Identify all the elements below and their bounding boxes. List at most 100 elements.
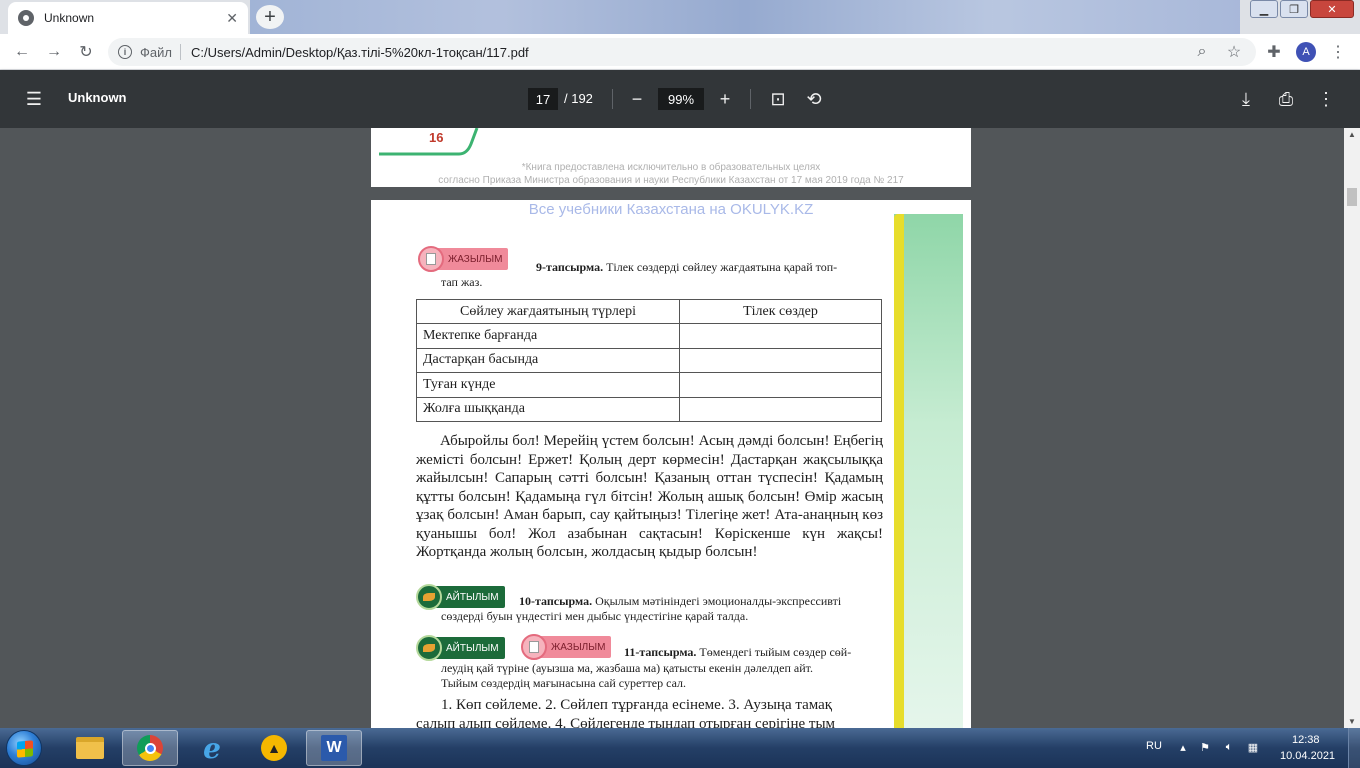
- window-titlebar-background: [250, 0, 1240, 34]
- task-label: 10-тапсырма.: [519, 594, 593, 608]
- wishes-table: Сөйлеу жағдаятының түрлері Тілек сөздер …: [416, 298, 882, 422]
- speaking-badge: АЙТЫЛЫМ: [416, 584, 505, 610]
- taskbar-chrome[interactable]: [122, 730, 178, 766]
- profile-avatar[interactable]: A: [1296, 42, 1316, 62]
- address-separator: [179, 44, 181, 60]
- zoom-out-icon[interactable]: −: [627, 89, 647, 109]
- table-header-row: Сөйлеу жағдаятының түрлері Тілек сөздер: [416, 298, 882, 325]
- start-button[interactable]: [6, 730, 42, 766]
- table-cell: Туған күнде: [416, 372, 680, 398]
- browser-toolbar: ← → ↻ i Файл C:/Users/Admin/Desktop/Қаз.…: [0, 34, 1360, 70]
- info-icon[interactable]: i: [118, 45, 132, 59]
- fit-page-icon[interactable]: ⊡: [768, 89, 788, 109]
- task-label: 11-тапсырма.: [624, 645, 697, 659]
- badge-label: ЖАЗЫЛЫМ: [448, 253, 503, 265]
- table-row: Мектепке барғанда: [416, 323, 882, 349]
- table-cell: [679, 396, 882, 422]
- watermark-text: Все учебники Казахстана на OKULYK.KZ: [528, 201, 814, 218]
- reload-icon[interactable]: ↻: [76, 42, 96, 62]
- page-corner-decoration: [379, 128, 479, 156]
- pdf-more-options-icon[interactable]: ⋮: [1316, 89, 1336, 109]
- download-icon[interactable]: ⤓: [1236, 89, 1256, 109]
- toolbar-separator: [750, 89, 751, 109]
- task11-heading: 11-тапсырма. Төмендегі тыйым сөздер сөй-: [624, 644, 851, 660]
- show-desktop-button[interactable]: [1348, 728, 1360, 768]
- table-header: Тілек сөздер: [679, 298, 882, 325]
- page-number-input[interactable]: 17: [528, 88, 558, 110]
- reading-paragraph: Абыройлы бол! Мерейің үстем болсын! Асың…: [416, 432, 883, 562]
- bookmark-star-icon[interactable]: ☆: [1224, 42, 1244, 62]
- page-number-label: 16: [429, 130, 444, 145]
- task10-text-cont: сөздерді буын үндестігі мен дыбыс үндест…: [441, 609, 749, 623]
- back-arrow-icon[interactable]: ←: [12, 42, 32, 62]
- window-close-icon[interactable]: ✕: [1310, 0, 1354, 18]
- badge-label: АЙТЫЛЫМ: [446, 642, 499, 654]
- paragraph-text: Абыройлы бол! Мерейің үстем болсын! Асың…: [416, 433, 883, 560]
- taskbar-ie[interactable]: e: [184, 730, 240, 766]
- table-row: Туған күнде: [416, 372, 882, 398]
- tab-close-icon[interactable]: ✕: [226, 10, 238, 27]
- browser-menu-icon[interactable]: ⋮: [1328, 42, 1348, 62]
- task-text: Тілек сөздерді сөйлеу жағдаятына қарай т…: [606, 260, 838, 274]
- table-cell: [679, 323, 882, 349]
- minimize-icon[interactable]: ▁: [1250, 0, 1278, 18]
- tab-title: Unknown: [44, 11, 95, 25]
- zoom-level-input[interactable]: 99%: [658, 88, 704, 110]
- volume-muted-icon[interactable]: 🔈︎: [1222, 740, 1236, 754]
- pdf-viewer[interactable]: 16 *Книга предоставлена исключительно в …: [0, 128, 1344, 728]
- page-footer-line2: согласно Приказа Министра образования и …: [438, 175, 904, 186]
- taskbar-explorer[interactable]: [62, 730, 118, 766]
- extensions-puzzle-icon[interactable]: ✚: [1264, 42, 1284, 62]
- tab-strip: Unknown ✕ + ▁ ❐ ✕: [0, 0, 1360, 34]
- network-icon[interactable]: ▦: [1246, 740, 1260, 754]
- taskbar-word[interactable]: W: [306, 730, 362, 766]
- page-side-band: [894, 214, 963, 728]
- clock-time[interactable]: 12:38: [1292, 734, 1320, 746]
- globe-icon: [18, 10, 34, 26]
- speaking-badge: АЙТЫЛЫМ: [416, 635, 505, 661]
- table-cell: [679, 372, 882, 398]
- print-icon[interactable]: ⎙: [1276, 89, 1296, 109]
- chrome-icon: [137, 735, 163, 761]
- badge-label: АЙТЫЛЫМ: [446, 591, 499, 603]
- windows-logo-icon: [17, 740, 33, 758]
- task-label: 9-тапсырма.: [536, 260, 604, 274]
- maximize-icon[interactable]: ❐: [1280, 0, 1308, 18]
- writing-badge: ЖАЗЫЛЫМ: [418, 246, 509, 272]
- browser-tab[interactable]: Unknown ✕: [8, 2, 248, 34]
- page-side-stripe: [894, 214, 904, 728]
- toolbar-separator: [612, 89, 613, 109]
- taskbar: e ▲ W RU ▴ ⚑ 🔈︎ ▦ 12:38 10.04.2021: [0, 728, 1360, 768]
- task10-heading: 10-тапсырма. Оқылым мәтініндегі эмоциона…: [519, 593, 841, 609]
- taskbar-app[interactable]: ▲: [246, 730, 302, 766]
- internet-explorer-icon: e: [203, 731, 221, 765]
- new-tab-button[interactable]: +: [256, 5, 284, 29]
- flag-warning-icon[interactable]: ⚑: [1198, 740, 1212, 754]
- task9-text-cont: тап жаз.: [441, 275, 483, 289]
- tray-expand-icon[interactable]: ▴: [1176, 740, 1190, 754]
- address-bar[interactable]: i Файл C:/Users/Admin/Desktop/Қаз.тілі-5…: [108, 38, 1256, 66]
- badge-label: ЖАЗЫЛЫМ: [551, 641, 606, 653]
- task-text: Төмендегі тыйым сөздер сөй-: [699, 645, 852, 659]
- hamburger-menu-icon[interactable]: ☰: [24, 89, 44, 109]
- table-header: Сөйлеу жағдаятының түрлері: [416, 298, 680, 325]
- pdf-toolbar: ☰ Unknown 17 / 192 − 99% + ⊡ ⟲ ⤓ ⎙ ⋮: [0, 70, 1360, 128]
- table-row: Дастарқан басында: [416, 347, 882, 374]
- scroll-up-icon[interactable]: ▲: [1348, 130, 1356, 139]
- rotate-icon[interactable]: ⟲: [804, 89, 824, 109]
- previous-page: 16 *Книга предоставлена исключительно в …: [371, 128, 971, 187]
- table-cell: Мектепке барғанда: [416, 323, 680, 349]
- scroll-down-icon[interactable]: ▼: [1348, 717, 1356, 726]
- clock-date[interactable]: 10.04.2021: [1280, 750, 1335, 762]
- language-indicator[interactable]: RU: [1146, 740, 1162, 752]
- triangle-app-icon: ▲: [261, 735, 287, 761]
- zoom-in-icon[interactable]: +: [715, 89, 735, 109]
- window-controls: ▁ ❐ ✕: [1250, 0, 1354, 18]
- viewer-scrollbar[interactable]: ▲ ▼: [1344, 128, 1360, 728]
- forward-arrow-icon[interactable]: →: [44, 42, 64, 62]
- address-url[interactable]: C:/Users/Admin/Desktop/Қаз.тілі-5%20кл-1…: [191, 45, 529, 60]
- folder-icon: [76, 737, 104, 759]
- scrollbar-thumb[interactable]: [1347, 188, 1357, 206]
- zoom-search-icon[interactable]: ⌕: [1192, 42, 1212, 62]
- notebook-icon: [521, 634, 547, 660]
